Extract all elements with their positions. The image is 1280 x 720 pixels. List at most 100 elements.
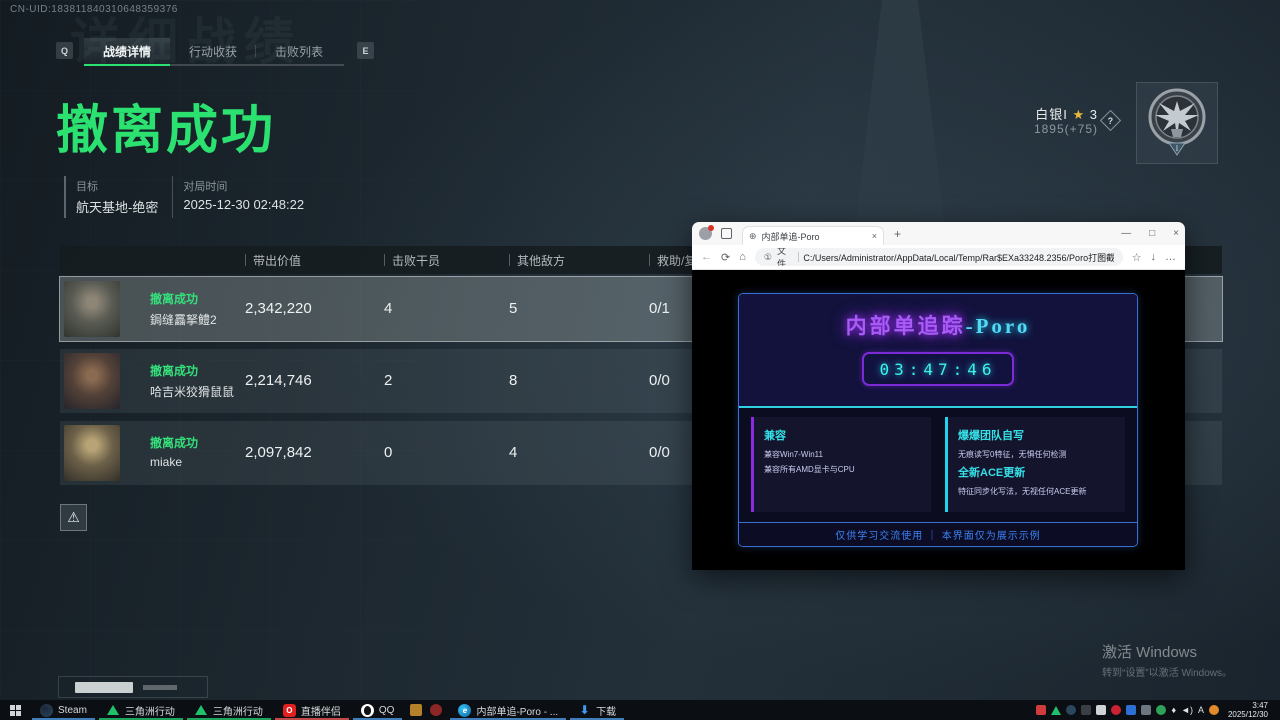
match-time-label: 对局时间 bbox=[183, 178, 304, 194]
poro-header-section: 内部单追踪-Poro 03:47:46 bbox=[739, 294, 1137, 406]
maximize-button[interactable]: □ bbox=[1149, 228, 1155, 239]
poro-title-en: -Poro bbox=[966, 314, 1031, 338]
taskbar-item-qq[interactable]: QQ bbox=[351, 700, 405, 720]
favorite-star-icon[interactable]: ☆ bbox=[1132, 251, 1142, 264]
back-button[interactable]: ← bbox=[701, 251, 712, 263]
poro-timer-box: 03:47:46 bbox=[862, 352, 1014, 386]
volume-icon[interactable]: ◄) bbox=[1181, 705, 1193, 715]
mic-icon[interactable]: ♦ bbox=[1171, 705, 1176, 715]
file-info-icon[interactable]: ① bbox=[764, 252, 772, 263]
taskbar-item-delta-force-2[interactable]: 三角洲行动 bbox=[185, 700, 273, 720]
url-text: C:/Users/Administrator/AppData/Local/Tem… bbox=[803, 251, 1113, 264]
report-warning-button[interactable]: ⚠ bbox=[60, 504, 87, 531]
poro-feature-section: 兼容 兼容Win7-Win11 兼容所有AMD显卡与CPU 爆爆团队自写 无痕读… bbox=[739, 406, 1137, 522]
cutoff-dots bbox=[143, 685, 177, 690]
compatibility-heading: 兼容 bbox=[764, 427, 921, 443]
objective-label: 目标 bbox=[76, 178, 158, 194]
screen: CN-UID:183811840310648359376 详细战绩 Q 战绩详情… bbox=[0, 0, 1280, 720]
tray-icon-red-circle[interactable] bbox=[1111, 705, 1121, 715]
tray-icon-delta[interactable] bbox=[1051, 706, 1061, 715]
tab-overview-icon[interactable] bbox=[721, 228, 732, 239]
warning-icon: ⚠ bbox=[67, 509, 80, 526]
taskbar-item-label: 三角洲行动 bbox=[125, 703, 175, 718]
downloads-icon[interactable]: ↓ bbox=[1151, 251, 1157, 263]
start-button[interactable] bbox=[0, 705, 30, 716]
more-menu-icon[interactable]: … bbox=[1165, 251, 1176, 263]
eagle-emblem-icon: I bbox=[1141, 85, 1213, 161]
download-arrow-icon: ⬇ bbox=[578, 704, 591, 717]
pinned-app-icon[interactable] bbox=[410, 704, 422, 716]
pinned-app-icon[interactable] bbox=[430, 704, 442, 716]
poro-panel: 内部单追踪-Poro 03:47:46 兼容 兼容Win7-Win11 兼容所有… bbox=[738, 293, 1138, 547]
taskbar-item-label: 三角洲行动 bbox=[213, 703, 263, 718]
features-panel: 爆爆团队自写 无痕读写0特征，无惧任何检测 全新ACE更新 特征同步化写法，无视… bbox=[945, 417, 1125, 512]
taskbar-item-downloads[interactable]: ⬇ 下载 bbox=[568, 700, 626, 720]
url-divider bbox=[798, 252, 799, 262]
tab-close-icon[interactable]: × bbox=[872, 231, 877, 241]
cell-loot-value: 2,342,220 bbox=[245, 300, 312, 317]
cutoff-pill bbox=[75, 682, 133, 693]
windows-logo-icon bbox=[10, 705, 21, 716]
tray-icon-red[interactable] bbox=[1036, 705, 1046, 715]
tray-icon-green[interactable] bbox=[1156, 705, 1166, 715]
edge-icon: e bbox=[458, 704, 471, 717]
live-companion-icon: O bbox=[283, 704, 296, 717]
tab-battle-details[interactable]: 战绩详情 bbox=[84, 38, 170, 64]
delta-force-icon bbox=[107, 704, 120, 717]
objective-value: 航天基地-绝密 bbox=[76, 197, 158, 216]
browser-profile-icon[interactable] bbox=[699, 227, 712, 240]
new-tab-button[interactable]: + bbox=[894, 227, 901, 241]
qq-icon bbox=[361, 704, 374, 717]
url-field[interactable]: ① 文件 C:/Users/Administrator/AppData/Loca… bbox=[755, 248, 1123, 266]
close-button[interactable]: × bbox=[1173, 228, 1179, 239]
poro-timer: 03:47:46 bbox=[879, 360, 996, 379]
tray-icon-orange[interactable] bbox=[1209, 705, 1219, 715]
match-time-value: 2025-12-30 02:48:22 bbox=[183, 197, 304, 212]
rank-score: 1895(+75) bbox=[940, 122, 1098, 136]
rank-help-button[interactable]: ? bbox=[1100, 110, 1121, 131]
taskbar-item-edge-poro[interactable]: e 内部单追-Poro - ... bbox=[448, 700, 568, 720]
tray-icon-blue[interactable] bbox=[1126, 705, 1136, 715]
cell-operator-kills: 4 bbox=[384, 300, 392, 317]
player-name: miake bbox=[150, 455, 182, 469]
minimize-button[interactable]: — bbox=[1121, 228, 1131, 239]
cell-other-enemies: 4 bbox=[509, 444, 517, 461]
activate-windows-watermark: 激活 Windows 转到“设置”以激活 Windows。 bbox=[1102, 641, 1232, 679]
poro-footer-text: 仅供学习交流使用 ｜ 本界面仅为展示示例 bbox=[835, 527, 1041, 542]
cell-other-enemies: 5 bbox=[509, 300, 517, 317]
svg-text:I: I bbox=[1176, 144, 1179, 153]
file-label: 文件 bbox=[777, 248, 793, 266]
rank-tier: 白银I ★ 3 bbox=[940, 104, 1098, 123]
objective-block: 目标 航天基地-绝密 bbox=[66, 176, 172, 218]
edge-browser-window[interactable]: ⊕ 内部单追-Poro × + — □ × ← ⟳ ⌂ ① 文件 C:/User… bbox=[692, 222, 1185, 570]
results-tabbar: 战绩详情 行动收获 击败列表 bbox=[84, 38, 344, 64]
refresh-button[interactable]: ⟳ bbox=[721, 251, 730, 264]
keybind-e-badge: E bbox=[357, 42, 374, 59]
player-name: 哈吉米狡猾鼠鼠 bbox=[150, 383, 234, 400]
col-header-other-enemies: 其他敌方 bbox=[509, 252, 565, 269]
taskbar-clock[interactable]: 3:47 2025/12/30 bbox=[1224, 701, 1274, 719]
browser-titlebar[interactable]: ⊕ 内部单追-Poro × + — □ × bbox=[692, 222, 1185, 245]
taskbar-item-delta-force-1[interactable]: 三角洲行动 bbox=[97, 700, 185, 720]
tray-icon-shield-dark[interactable] bbox=[1081, 705, 1091, 715]
poro-title-cn: 内部单追踪 bbox=[846, 314, 966, 338]
poro-footer: 仅供学习交流使用 ｜ 本界面仅为展示示例 bbox=[739, 522, 1137, 546]
player-avatar bbox=[64, 425, 120, 481]
cell-rescue-revive: 0/1 bbox=[649, 300, 670, 317]
system-tray: ♦ ◄) A 3:47 2025/12/30 bbox=[1036, 701, 1280, 719]
browser-tab[interactable]: ⊕ 内部单追-Poro × bbox=[742, 226, 884, 245]
ime-indicator[interactable]: A bbox=[1198, 705, 1204, 715]
tray-icon-shield-grey[interactable] bbox=[1141, 705, 1151, 715]
compatibility-line2: 兼容所有AMD显卡与CPU bbox=[764, 464, 921, 475]
tray-icon-light[interactable] bbox=[1096, 705, 1106, 715]
col-header-loot-value: 带出价值 bbox=[245, 252, 301, 269]
tray-icon-steam[interactable] bbox=[1066, 705, 1076, 715]
taskbar-item-steam[interactable]: Steam bbox=[30, 700, 97, 720]
taskbar-item-live-companion[interactable]: O 直播伴侣 bbox=[273, 700, 351, 720]
browser-addressbar: ← ⟳ ⌂ ① 文件 C:/Users/Administrator/AppDat… bbox=[692, 245, 1185, 270]
steam-icon bbox=[40, 704, 53, 717]
home-button[interactable]: ⌂ bbox=[739, 251, 746, 263]
watermark-line1: 激活 Windows bbox=[1102, 641, 1232, 662]
tab-kill-list[interactable]: 击败列表 bbox=[256, 38, 342, 64]
tab-action-loot[interactable]: 行动收获 bbox=[170, 38, 256, 64]
